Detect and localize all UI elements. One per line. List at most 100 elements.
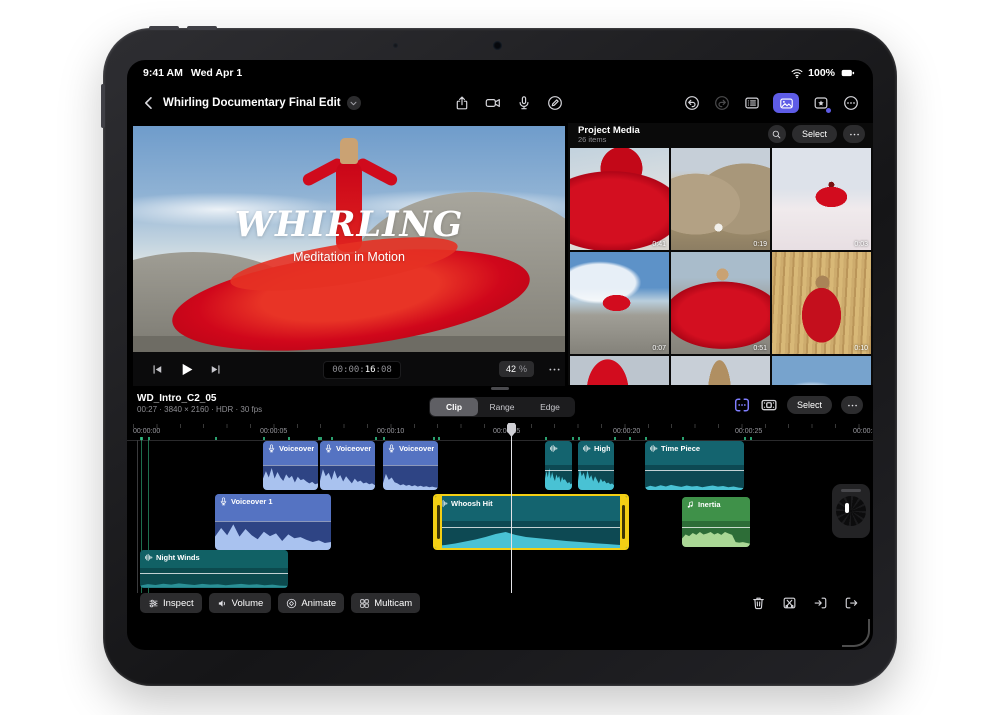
ruler-label: 00:00:25 xyxy=(735,428,762,435)
ipad-device-frame: 9:41 AM Wed Apr 1 100% Whirling Document… xyxy=(103,28,897,686)
multicam-button[interactable]: Multicam xyxy=(351,593,420,613)
back-button[interactable] xyxy=(141,95,157,111)
clip-waveform xyxy=(320,465,375,490)
clip-label: Inertia xyxy=(698,500,721,509)
inspect-button[interactable]: Inspect xyxy=(140,593,202,613)
jog-wheel[interactable] xyxy=(832,484,870,538)
wifi-icon xyxy=(790,66,804,80)
panel-resize-grip[interactable] xyxy=(491,387,509,390)
timeline-clip-voiceover-1[interactable]: Voiceover 1 xyxy=(215,494,331,550)
clip-volume-line xyxy=(383,465,438,466)
timeline-clip-inertia[interactable]: Inertia xyxy=(682,497,750,547)
clip-overlay-button[interactable] xyxy=(760,396,778,414)
media-title-block: Project Media 26 items xyxy=(578,126,640,144)
media-thumbnail-red-swirl-closeup[interactable]: 0:41 xyxy=(570,148,669,250)
insert-right-button[interactable] xyxy=(844,596,859,611)
media-thumbnail-hill-dancer-sky[interactable]: 0:07 xyxy=(570,252,669,354)
timeline-clip-voiceover-2[interactable]: Voiceover 2 xyxy=(320,441,375,490)
playhead-line xyxy=(511,426,512,593)
media-thumbnail-whirl-on-hills[interactable]: 0:51 xyxy=(671,252,770,354)
top-button xyxy=(101,84,105,128)
timeline-clip-time-piece[interactable]: Time Piece xyxy=(645,441,744,490)
trim-handle-slit xyxy=(622,505,625,538)
share-button[interactable] xyxy=(453,95,470,112)
insert-left-button[interactable] xyxy=(813,596,828,611)
play-button[interactable] xyxy=(178,361,195,378)
tool-button-label: Multicam xyxy=(374,598,412,609)
clip-label: Voiceover 1 xyxy=(231,497,273,506)
media-thumbnail-sky-clouds[interactable] xyxy=(772,356,871,385)
waveform-icon xyxy=(549,444,558,453)
ruler-label: 00:00:30 xyxy=(853,428,873,435)
media-thumbnail-salt-flat-dancer[interactable]: 0:03 xyxy=(772,148,871,250)
media-thumbnail-rocky-valley[interactable]: 0:19 xyxy=(671,148,770,250)
timeline-clip-voiceover-2[interactable]: Voiceover 2 xyxy=(263,441,318,490)
subtitle-overlay: Meditation in Motion xyxy=(133,250,565,264)
video-viewer[interactable]: WHIRLING Meditation in Motion xyxy=(133,126,565,352)
media-more-button[interactable] xyxy=(843,125,865,143)
media-thumbnail-reeds-figure[interactable]: 0:10 xyxy=(772,252,871,354)
media-browser-button[interactable] xyxy=(773,93,799,113)
magnetic-timeline-button[interactable] xyxy=(733,396,751,414)
trim-handle-slit xyxy=(437,505,440,538)
trash-button[interactable] xyxy=(751,596,766,611)
zoom-value: 42 xyxy=(506,364,516,374)
pencil-button[interactable] xyxy=(546,95,563,112)
media-search-button[interactable] xyxy=(768,125,786,143)
animate-button[interactable]: Animate xyxy=(278,593,344,613)
volume-button[interactable]: Volume xyxy=(209,593,272,613)
status-date: Wed Apr 1 xyxy=(191,67,242,79)
media-thumbnail-hat-figure[interactable] xyxy=(671,356,770,385)
camera-icon xyxy=(485,95,501,111)
blade-icon xyxy=(782,595,797,611)
overlay-badge-button[interactable] xyxy=(812,95,829,112)
thumbnail-duration: 0:10 xyxy=(854,345,868,352)
media-select-button[interactable]: Select xyxy=(792,125,837,143)
timeline-select-button[interactable]: Select xyxy=(787,396,832,414)
clip-volume-line xyxy=(578,470,614,471)
front-camera xyxy=(493,41,502,50)
title-dropdown-button[interactable] xyxy=(347,96,361,110)
more-button[interactable] xyxy=(842,95,859,112)
timeline-ruler[interactable]: 00:00:0000:00:0500:00:1000:00:1500:00:20… xyxy=(127,423,873,441)
ruler-label: 00:00:10 xyxy=(377,428,404,435)
skip-forward-button[interactable] xyxy=(209,363,222,376)
mic-small-icon xyxy=(387,444,396,453)
index-button[interactable] xyxy=(743,95,760,112)
media-thumbnail-red-figure-partial[interactable] xyxy=(570,356,669,385)
camera-button[interactable] xyxy=(484,95,501,112)
timeline-clip-night-winds[interactable]: Night Winds xyxy=(140,550,288,588)
volume-up-button xyxy=(149,26,179,30)
timeline-clip-voiceover-3[interactable]: Voiceover 3 xyxy=(383,441,438,490)
media-browser-icon xyxy=(779,96,794,111)
timeline-more-button[interactable] xyxy=(841,396,863,414)
mode-clip[interactable]: Clip xyxy=(430,398,478,416)
jog-grip xyxy=(841,489,861,492)
project-title[interactable]: Whirling Documentary Final Edit xyxy=(163,97,341,109)
timeline-clip-whoosh-hit[interactable]: Whoosh Hit xyxy=(433,494,629,550)
skip-back-button[interactable] xyxy=(151,363,164,376)
toolbar-center-icons xyxy=(453,88,563,118)
mode-edge[interactable]: Edge xyxy=(526,398,574,416)
timecode-display[interactable]: 00:00:16:08 xyxy=(323,361,401,379)
search-icon xyxy=(771,129,782,140)
viewer-more-button[interactable] xyxy=(547,362,562,377)
insert-left-icon xyxy=(813,595,828,611)
battery-percent: 100% xyxy=(808,67,835,79)
blade-button[interactable] xyxy=(782,596,797,611)
zoom-level-control[interactable]: 42 % xyxy=(499,361,534,377)
battery-icon xyxy=(839,66,857,80)
trim-handle-right[interactable] xyxy=(620,496,627,548)
undo-button[interactable] xyxy=(683,95,700,112)
jog-dial[interactable] xyxy=(836,496,866,526)
timeline-clip-high-[interactable]: High... xyxy=(578,441,614,490)
media-actions: Select xyxy=(768,125,865,143)
trim-handle-left[interactable] xyxy=(435,496,442,548)
clip-volume-line xyxy=(545,470,572,471)
redo-button[interactable] xyxy=(713,95,730,112)
mic-button[interactable] xyxy=(515,95,532,112)
share-icon xyxy=(454,95,470,111)
clip-label: Night Winds xyxy=(156,553,200,562)
mode-range[interactable]: Range xyxy=(478,398,526,416)
timeline-clip-untitled[interactable] xyxy=(545,441,572,490)
